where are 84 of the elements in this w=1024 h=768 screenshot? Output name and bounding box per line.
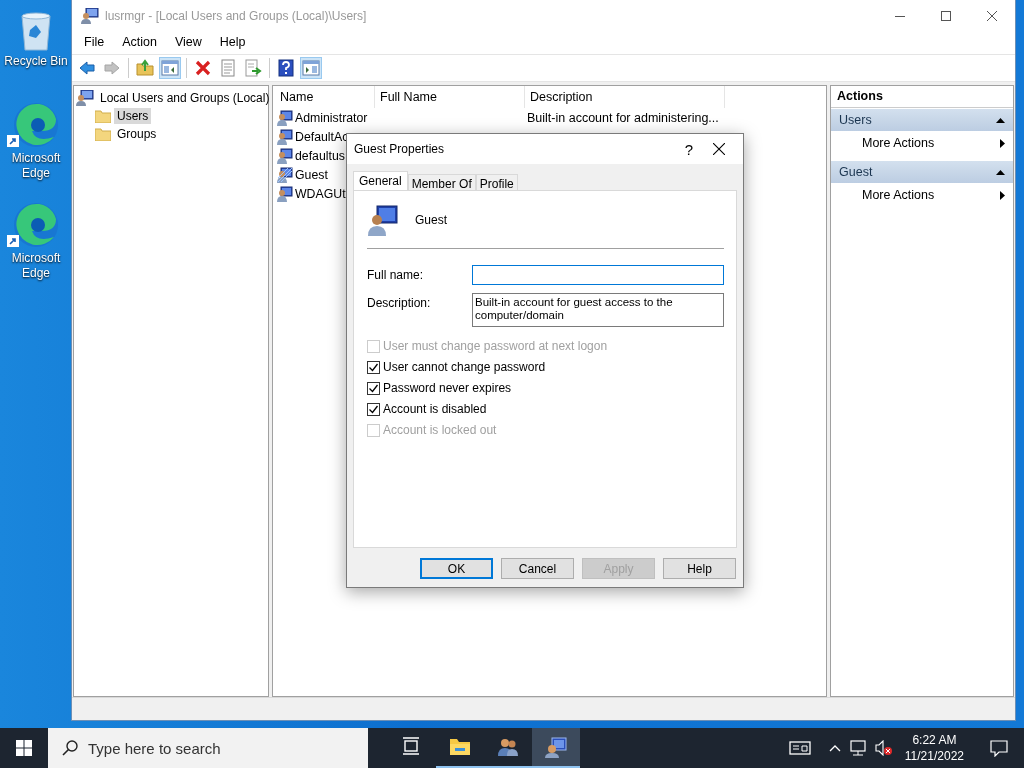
volume-muted-icon[interactable] <box>874 740 893 756</box>
action-section-header[interactable]: Users <box>831 109 1013 131</box>
back-arrow-icon <box>78 59 96 77</box>
collapse-triangle-icon <box>996 117 1005 123</box>
dialog-button[interactable]: OK <box>420 558 493 579</box>
clock-time[interactable]: 6:22 AM <box>912 732 957 748</box>
table-cell: Administrator <box>295 110 368 125</box>
checkbox[interactable] <box>367 402 380 416</box>
menu-item[interactable]: Help <box>210 35 255 49</box>
submenu-triangle-icon <box>1000 138 1005 148</box>
check-icon <box>368 382 379 394</box>
computer-users-icon <box>76 90 94 106</box>
checkbox-label: Account is locked out <box>383 423 497 437</box>
tree-item[interactable]: Local Users and Groups (Local) <box>97 90 273 106</box>
keyboard-icon[interactable] <box>788 740 811 756</box>
full-name-field[interactable] <box>472 265 724 285</box>
checkbox-label: Password never expires <box>383 381 512 395</box>
tab[interactable]: Profile <box>475 174 518 190</box>
icon-label: Recycle Bin <box>3 54 69 69</box>
notification-icon[interactable] <box>990 739 1008 757</box>
users-icon <box>497 736 519 758</box>
icon-label: Microsoft Edge <box>10 251 62 281</box>
check-icon <box>368 403 379 415</box>
folder-icon <box>95 127 111 141</box>
action-section-header[interactable]: Guest <box>831 161 1013 183</box>
checkbox-label: User cannot change password <box>383 360 546 374</box>
clock-date[interactable]: 11/21/2022 <box>904 748 964 764</box>
column-header[interactable]: Description <box>525 86 725 108</box>
properties-icon <box>219 59 237 77</box>
collapse-triangle-icon <box>996 169 1005 175</box>
checkbox-label: User must change password at next logon <box>383 339 608 353</box>
computer-users-icon <box>545 736 567 758</box>
chevron-up-icon[interactable] <box>828 744 841 752</box>
forward-arrow-icon <box>103 59 121 77</box>
menu-item[interactable]: View <box>165 35 211 49</box>
column-header[interactable]: Name <box>275 86 375 108</box>
check-icon <box>368 361 379 373</box>
edge-icon <box>12 201 60 249</box>
tab[interactable]: General <box>353 171 408 190</box>
icon-label: Microsoft Edge <box>10 151 62 181</box>
dialog-button[interactable]: Help <box>663 558 736 579</box>
search-field[interactable]: Type here to search <box>48 728 368 768</box>
checkbox[interactable] <box>367 360 380 374</box>
user-name: Guest <box>415 213 447 227</box>
delete-icon <box>194 59 212 77</box>
network-icon[interactable] <box>848 740 867 756</box>
menu-item[interactable]: File <box>75 35 114 49</box>
checkbox[interactable] <box>367 381 380 395</box>
table-cell: Guest <box>295 167 328 182</box>
windows-logo-icon <box>16 740 32 756</box>
table-cell: defaultus <box>295 148 345 163</box>
table-cell-text: Built-in account for administering... <box>527 110 720 125</box>
checkbox-label: Account is disabled <box>383 402 487 416</box>
field-label: Description: <box>367 295 432 310</box>
dialog-title: Guest Properties <box>354 142 445 156</box>
help-button[interactable]: ? <box>664 140 713 158</box>
panel-icon <box>161 59 179 77</box>
toolbar-button[interactable] <box>275 57 297 79</box>
table-cell: DefaultAc <box>295 129 349 144</box>
edge-icon <box>12 101 60 149</box>
close-icon[interactable] <box>713 143 725 155</box>
field-label: Full name: <box>367 267 425 282</box>
search-icon <box>62 740 78 756</box>
panel-icon <box>302 59 320 77</box>
tab[interactable]: Member Of <box>407 174 476 190</box>
submenu-triangle-icon <box>1000 190 1005 200</box>
window-title: lusrmgr - [Local Users and Groups (Local)\Users] <box>105 9 367 23</box>
export-list-icon <box>244 59 262 77</box>
user-computer-icon <box>367 204 399 236</box>
actions-header: Actions <box>831 86 1013 108</box>
action-link[interactable]: More Actions <box>862 188 935 202</box>
taskbar-button[interactable] <box>532 728 580 768</box>
tree-item[interactable]: Groups <box>114 126 160 142</box>
help-icon <box>277 59 295 77</box>
description-field[interactable]: Built-in account for guest access to the computer/domain <box>472 293 724 327</box>
action-link[interactable]: More Actions <box>862 136 935 150</box>
folder-arrow-icon <box>136 59 154 77</box>
folder-icon <box>95 109 111 123</box>
tree-item[interactable]: Users <box>114 108 152 124</box>
computer-users-icon <box>81 8 99 24</box>
folder-icon <box>449 736 471 758</box>
dialog-button[interactable]: Cancel <box>501 558 574 579</box>
menu-item[interactable]: Action <box>113 35 166 49</box>
column-header[interactable]: Full Name <box>375 86 525 108</box>
